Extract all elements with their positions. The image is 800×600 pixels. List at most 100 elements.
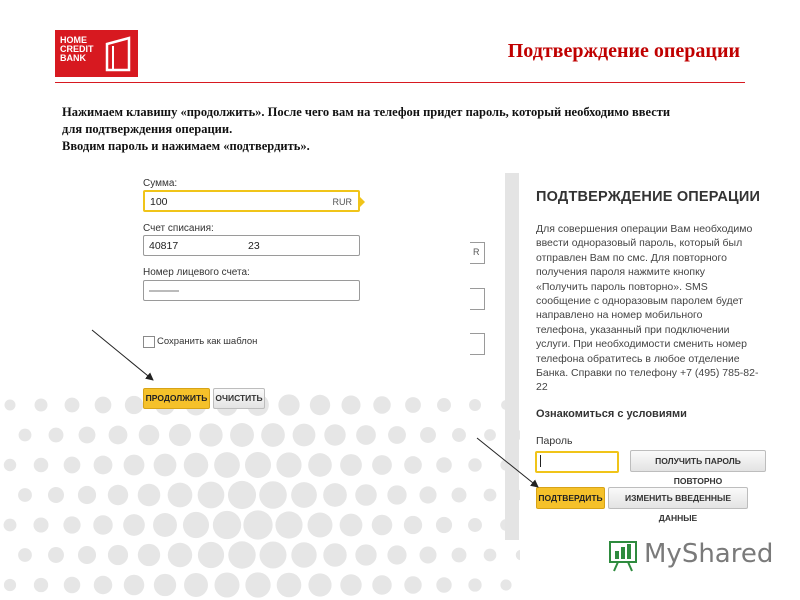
confirm-panel-text: Для совершения операции Вам необходимо в… <box>536 222 772 395</box>
background-dot <box>48 427 64 443</box>
background-dot <box>243 510 273 540</box>
logo-line-3: BANK <box>60 53 86 63</box>
instructions: Нажимаем клавишу «продолжить». После чег… <box>62 104 752 155</box>
background-dot <box>404 576 422 594</box>
background-dot <box>63 456 81 474</box>
background-dot <box>123 514 145 536</box>
background-dot <box>64 397 80 413</box>
background-dot <box>123 454 145 476</box>
panel-text-line: сообщение с одноразовым паролем будет <box>536 295 743 308</box>
personal-account-label: Номер лицевого счета: <box>143 267 250 278</box>
terms-link[interactable]: Ознакомиться с условиями <box>536 408 687 420</box>
background-dot <box>124 395 144 415</box>
background-dot <box>339 513 363 537</box>
personal-account-input[interactable] <box>143 280 360 301</box>
instruction-line: Нажимаем клавишу «продолжить». После чег… <box>62 105 671 119</box>
background-dot <box>107 484 129 506</box>
background-dot <box>182 511 210 539</box>
background-dot <box>308 453 332 477</box>
background-dot <box>371 514 393 536</box>
background-dot <box>451 487 467 503</box>
account-value: 40817 <box>149 240 179 252</box>
clear-button[interactable]: ОЧИСТИТЬ <box>213 388 265 409</box>
sum-label: Сумма: <box>143 178 178 189</box>
background-dot <box>340 574 362 596</box>
panel-text-line: направлено на номер мобильного <box>536 309 703 322</box>
background-dot <box>292 423 316 447</box>
background-dot <box>451 547 467 563</box>
background-dot <box>34 398 48 412</box>
account-value-tail: 23 <box>248 240 260 252</box>
account-select[interactable]: 40817 23 <box>143 235 360 256</box>
background-dot <box>244 451 272 479</box>
background-dot <box>291 482 317 508</box>
background-dot <box>420 427 436 443</box>
background-dot <box>275 511 303 539</box>
background-dot <box>259 541 287 569</box>
title-divider <box>55 82 745 83</box>
background-dot <box>483 548 497 562</box>
background-dot <box>372 575 392 595</box>
logo-house-icon <box>105 36 131 72</box>
background-dot <box>107 544 129 566</box>
background-dot <box>153 573 177 597</box>
background-dot <box>18 548 32 562</box>
panel-text-line: ввести одноразовый пароль, который был <box>536 237 743 250</box>
background-dot <box>153 453 177 477</box>
save-template-label: Сохранить как шаблон <box>157 336 258 347</box>
background-dot <box>63 516 81 534</box>
background-dot <box>307 512 333 538</box>
background-dot <box>214 572 240 598</box>
background-dot <box>77 545 97 565</box>
background-dot <box>435 516 453 534</box>
hidden-field-fragment <box>470 288 485 310</box>
sum-pointer <box>359 196 365 208</box>
background-dot <box>261 423 285 447</box>
background-dot <box>500 579 512 591</box>
background-dot <box>259 481 287 509</box>
continue-button[interactable]: ПРОДОЛЖИТЬ <box>143 388 210 409</box>
background-dot <box>137 543 161 567</box>
panel-text-line: Банка. Справки по телефону +7 (495) 785-… <box>536 367 759 380</box>
resend-password-button[interactable]: ПОЛУЧИТЬ ПАРОЛЬ ПОВТОРНО <box>630 450 766 486</box>
background-dot <box>468 578 482 592</box>
background-dot <box>47 486 65 504</box>
save-template-checkbox[interactable] <box>143 336 155 348</box>
background-dot <box>48 547 64 563</box>
background-dot <box>167 482 193 508</box>
background-dot <box>405 397 421 413</box>
background-dot <box>153 513 177 537</box>
background-dot <box>3 458 17 472</box>
change-data-button[interactable]: ИЗМЕНИТЬ ВВЕДЕННЫЕ ДАННЫЕ <box>608 487 748 523</box>
background-dot <box>291 542 317 568</box>
instruction-line: для подтверждения операции. <box>62 122 233 136</box>
background-dot <box>276 572 302 598</box>
background-dot <box>183 452 209 478</box>
sum-input[interactable]: 100 RUR <box>143 190 360 212</box>
panel-text-line: услуги. При необходимости сменить номер <box>536 338 747 351</box>
background-dot <box>403 515 423 535</box>
background-dot <box>387 485 407 505</box>
account-label: Счет списания: <box>143 223 214 234</box>
background-dot <box>276 452 302 478</box>
background-dot <box>419 486 437 504</box>
sum-value: 100 <box>150 196 168 208</box>
background-dot <box>355 484 377 506</box>
background-dot <box>309 394 331 416</box>
panel-text-line: телефона, указанный при подключении <box>536 323 730 336</box>
background-dot <box>199 423 223 447</box>
panel-text-line: «Получить пароль повторно». SMS <box>536 280 708 293</box>
confirm-button[interactable]: ПОДТВЕРДИТЬ <box>536 487 605 509</box>
background-dot <box>373 396 391 414</box>
panel-divider <box>505 173 519 540</box>
background-dot <box>469 399 481 411</box>
password-input[interactable] <box>535 451 619 473</box>
background-dot <box>197 481 225 509</box>
background-dot <box>436 457 452 473</box>
background-dot <box>168 423 192 447</box>
background-dot <box>323 543 347 567</box>
background-dot <box>214 452 240 478</box>
background-dot <box>341 395 361 415</box>
background-dot <box>308 573 332 597</box>
background-dot <box>33 457 49 473</box>
